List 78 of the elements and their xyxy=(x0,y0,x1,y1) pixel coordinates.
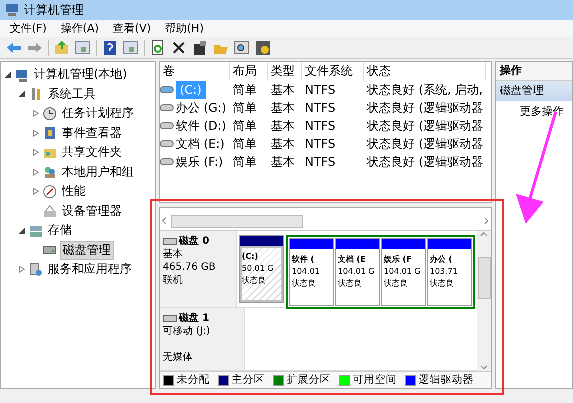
disk-name: 磁盘 0 xyxy=(179,235,210,248)
partition-status: 状态良 xyxy=(430,278,455,290)
partition-size: 104.01 G xyxy=(338,266,376,278)
disk-info: 联机 xyxy=(163,274,184,287)
table-cell-text: 简单 xyxy=(232,100,258,117)
table-cell-text: 状态良好 (逻辑驱动器 xyxy=(366,154,484,171)
legend-label: 扩展分区 xyxy=(287,373,331,387)
column-header[interactable]: 文件系统 xyxy=(302,62,364,81)
menu-item[interactable]: 帮助(H) xyxy=(165,21,204,36)
actions-header: 操作 xyxy=(496,62,572,81)
disk-name: 磁盘 1 xyxy=(179,312,210,325)
table-cell-text: 基本 xyxy=(270,100,296,117)
menu-item[interactable]: 操作(A) xyxy=(60,21,100,36)
partition-block[interactable]: 软件 ( 104.01 状态良 xyxy=(289,238,334,306)
tree-item[interactable]: 磁盘管理 xyxy=(60,240,114,260)
partition-block[interactable]: 文档 (E 104.01 G 状态良 xyxy=(335,238,380,306)
partition-name: (C:) xyxy=(242,251,260,263)
menu-item[interactable]: 查看(V) xyxy=(113,21,152,36)
table-cell-text: 基本 xyxy=(270,82,296,99)
disk-info: 无媒体 xyxy=(163,351,194,364)
partition-status: 状态良 xyxy=(292,278,317,290)
table-cell-text: NTFS xyxy=(304,118,337,135)
tree-item[interactable]: 系统工具 xyxy=(46,86,98,103)
table-cell-text: 基本 xyxy=(270,154,296,171)
volume-cell[interactable]: 办公 (G:) xyxy=(176,99,227,117)
table-cell-text: 状态良好 (系统, 启动, xyxy=(366,82,484,99)
table-cell-text: 简单 xyxy=(232,154,258,171)
tree-item[interactable]: 性能 xyxy=(60,183,88,200)
partition-name: 软件 ( xyxy=(292,254,316,266)
partition-name: 文档 (E xyxy=(338,254,367,266)
table-cell-text: NTFS xyxy=(304,82,337,99)
column-header[interactable]: 状态 xyxy=(364,62,486,81)
partition-name: 办公 ( xyxy=(430,254,454,266)
disk-info: 465.76 GB xyxy=(163,261,217,274)
table-cell-text: 状态良好 (逻辑驱动器 xyxy=(366,100,484,117)
table-cell-text: 简单 xyxy=(232,118,258,135)
tree-item[interactable]: 存储 xyxy=(46,222,74,240)
tree-item[interactable]: 任务计划程序 xyxy=(60,105,136,122)
tree-item[interactable]: 共享文件夹 xyxy=(60,144,124,162)
tree-item[interactable]: 事件查看器 xyxy=(60,124,124,142)
table-cell-text: NTFS xyxy=(304,100,337,117)
table-cell-text: 状态良好 (逻辑驱动器 xyxy=(366,118,484,135)
partition-block[interactable]: (C:) 50.01 G 状态良 xyxy=(239,235,284,303)
volume-cell[interactable]: 文档 (E:) xyxy=(176,135,225,153)
legend-label: 逻辑驱动器 xyxy=(419,373,474,387)
table-cell-text: 简单 xyxy=(232,136,258,153)
column-header[interactable]: 布局 xyxy=(230,62,268,81)
volume-cell[interactable]: 软件 (D:) xyxy=(176,117,226,135)
partition-status: 状态良 xyxy=(242,275,267,287)
column-header[interactable]: 类型 xyxy=(268,62,302,81)
table-cell-text: 基本 xyxy=(270,136,296,153)
legend-label: 未分配 xyxy=(177,373,210,387)
tree-item[interactable]: 本地用户和组 xyxy=(60,164,136,181)
partition-name: 娱乐 (F xyxy=(384,254,413,266)
partition-status: 状态良 xyxy=(384,278,409,290)
partition-block[interactable]: 办公 ( 103.71 状态良 xyxy=(427,238,472,306)
table-cell-text: NTFS xyxy=(304,154,337,171)
actions-section[interactable]: 磁盘管理 xyxy=(496,81,572,101)
volume-cell[interactable]: 娱乐 (F:) xyxy=(176,153,224,171)
partition-status: 状态良 xyxy=(338,278,363,290)
menu-item[interactable]: 文件(F) xyxy=(10,21,47,36)
tree-item[interactable]: 设备管理器 xyxy=(60,202,124,220)
table-cell-text: 基本 xyxy=(270,118,296,135)
tree-item[interactable]: 计算机管理(本地) xyxy=(32,66,130,84)
partition-size: 104.01 xyxy=(292,266,321,278)
partition-block[interactable]: 娱乐 (F 104.01 G 状态良 xyxy=(381,238,426,306)
partition-size: 50.01 G xyxy=(242,263,275,275)
table-cell-text: 状态良好 (逻辑驱动器 xyxy=(366,136,484,153)
window-title: 计算机管理 xyxy=(24,2,84,18)
partition-size: 104.01 G xyxy=(384,266,422,278)
table-cell-text: NTFS xyxy=(304,136,337,153)
disk-info: 基本 xyxy=(163,248,184,261)
legend-label: 可用空间 xyxy=(353,373,397,387)
partition-size: 103.71 xyxy=(430,266,459,278)
tree-item[interactable]: 服务和应用程序 xyxy=(46,261,134,278)
table-cell-text: 简单 xyxy=(232,82,258,99)
legend-label: 主分区 xyxy=(232,373,265,387)
disk-info: 可移动 (J:) xyxy=(163,325,212,338)
